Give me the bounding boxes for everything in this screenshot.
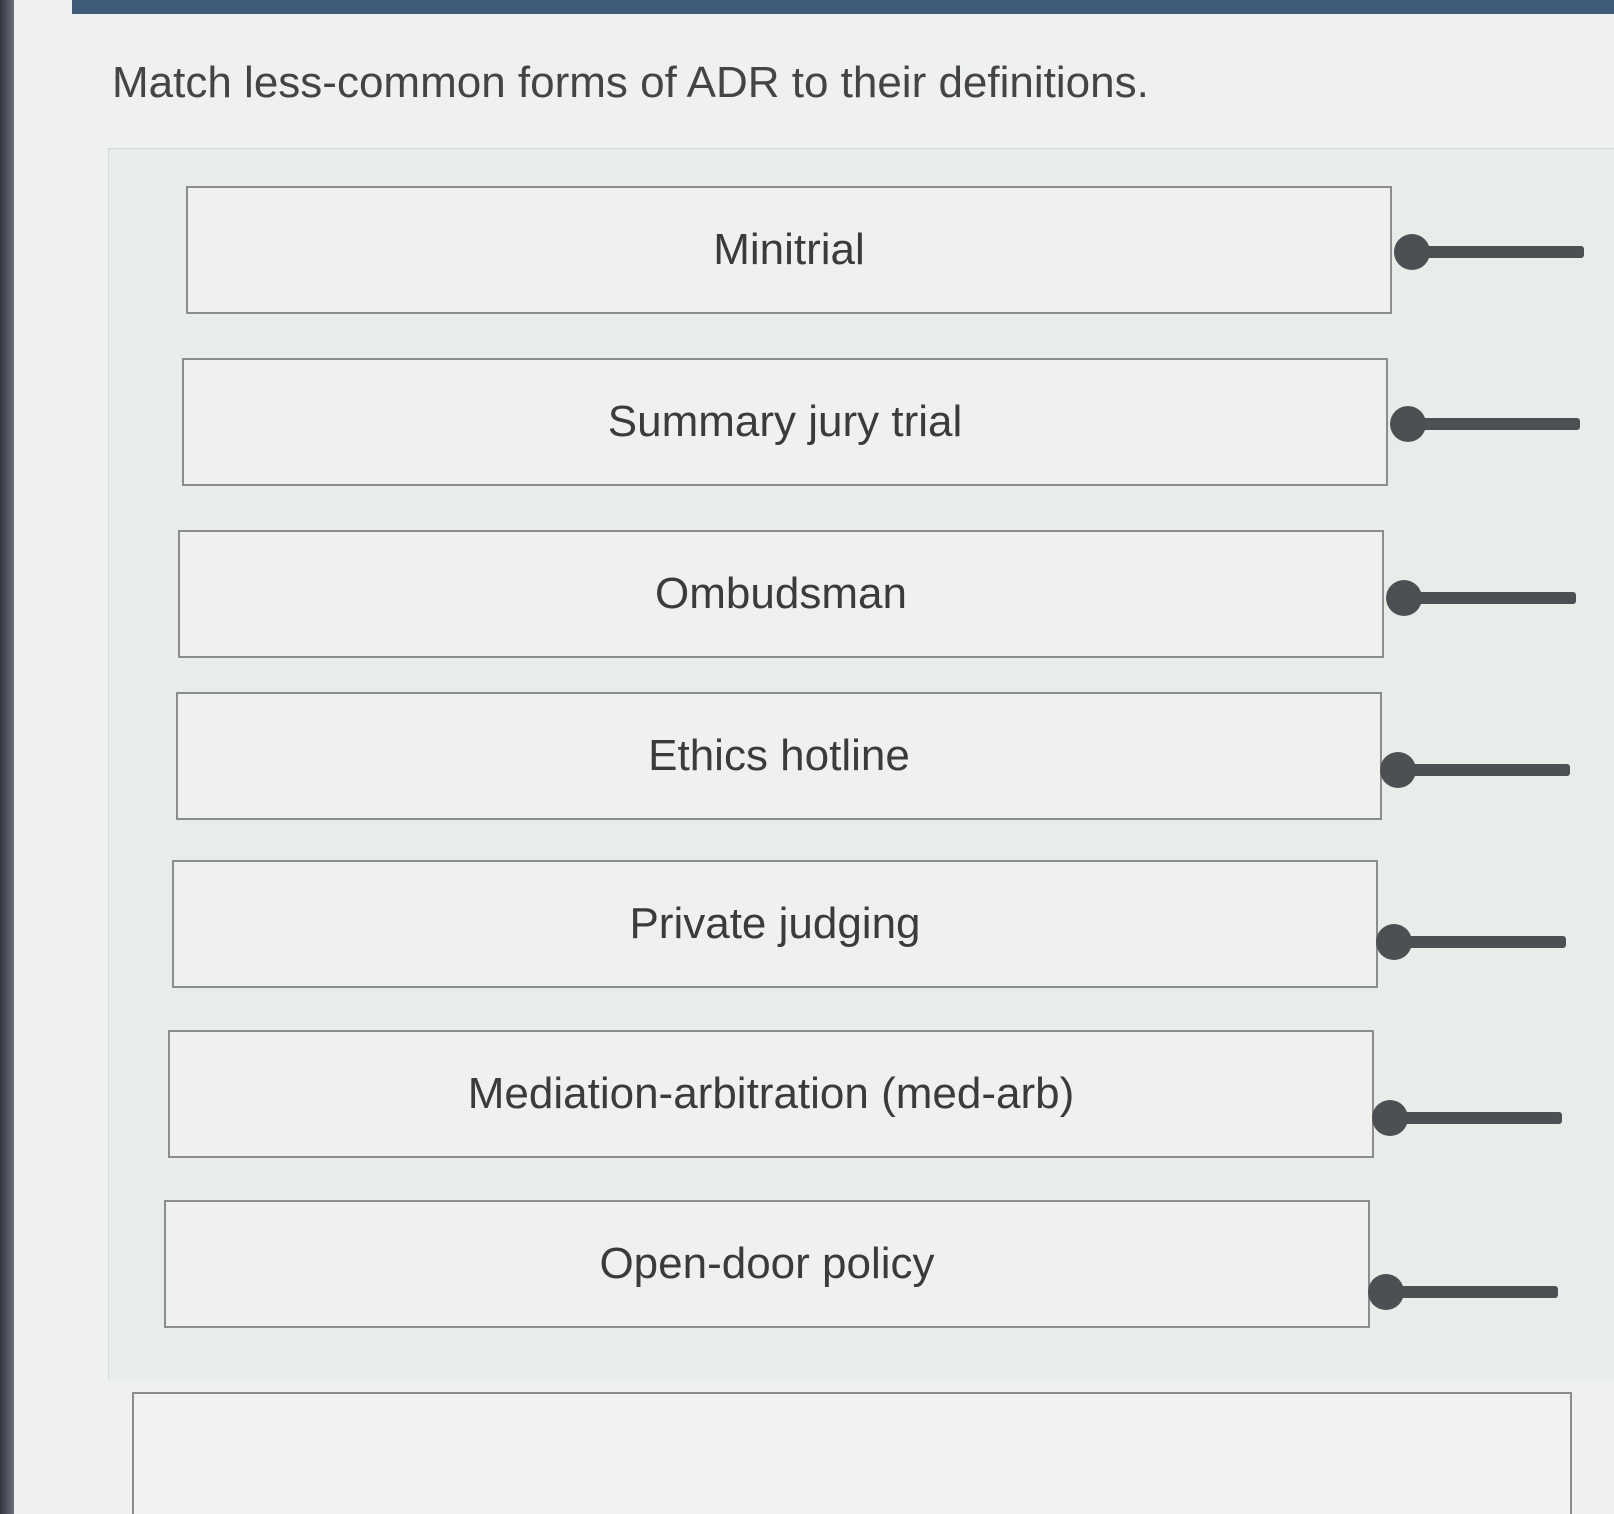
match-item-label: Private judging (629, 899, 921, 948)
handle-line (1414, 418, 1580, 430)
match-item-label: Ethics hotline (648, 731, 910, 780)
match-item-open-door-policy[interactable]: Open-door policy (164, 1200, 1370, 1328)
drag-handle-icon[interactable] (1390, 406, 1580, 442)
match-item-minitrial[interactable]: Minitrial (186, 186, 1392, 314)
match-item-private-judging[interactable]: Private judging (172, 860, 1378, 988)
match-item-label: Open-door policy (599, 1239, 935, 1288)
handle-line (1396, 1112, 1562, 1124)
match-item-label: Ombudsman (655, 569, 907, 618)
drag-handle-icon[interactable] (1380, 752, 1570, 788)
header-bar (72, 0, 1614, 14)
drag-handle-icon[interactable] (1368, 1274, 1558, 1310)
drag-handle-icon[interactable] (1376, 924, 1566, 960)
definition-drop-zone[interactable] (132, 1392, 1572, 1514)
handle-line (1404, 764, 1570, 776)
match-item-summary-jury-trial[interactable]: Summary jury trial (182, 358, 1388, 486)
match-item-label: Summary jury trial (607, 397, 963, 446)
handle-line (1418, 246, 1584, 258)
match-item-ombudsman[interactable]: Ombudsman (178, 530, 1384, 658)
handle-line (1410, 592, 1576, 604)
screen-left-edge (0, 0, 14, 1514)
match-item-label: Minitrial (713, 225, 865, 274)
handle-line (1392, 1286, 1558, 1298)
drag-handle-icon[interactable] (1394, 234, 1584, 270)
match-item-ethics-hotline[interactable]: Ethics hotline (176, 692, 1382, 820)
match-item-label: Mediation-arbitration (med-arb) (467, 1069, 1075, 1118)
match-item-med-arb[interactable]: Mediation-arbitration (med-arb) (168, 1030, 1374, 1158)
handle-line (1400, 936, 1566, 948)
question-instruction: Match less-common forms of ADR to their … (112, 58, 1149, 107)
drag-handle-icon[interactable] (1386, 580, 1576, 616)
drag-handle-icon[interactable] (1372, 1100, 1562, 1136)
